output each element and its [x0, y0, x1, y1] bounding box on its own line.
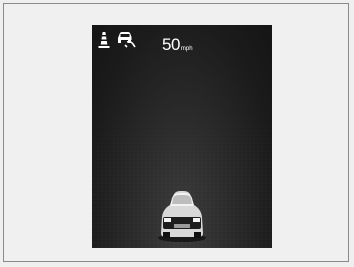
figure-frame: 50 mph — [3, 3, 349, 262]
speed-unit: mph — [180, 46, 193, 52]
speed-readout: 50 mph — [162, 36, 193, 53]
speed-value: 50 — [162, 35, 180, 54]
status-bar: 50 mph — [98, 31, 193, 53]
lead-vehicle-icon — [154, 189, 210, 248]
driver-attention-icon — [116, 31, 136, 53]
instrument-display: 50 mph — [92, 25, 272, 248]
lane-cone-icon — [98, 32, 110, 53]
